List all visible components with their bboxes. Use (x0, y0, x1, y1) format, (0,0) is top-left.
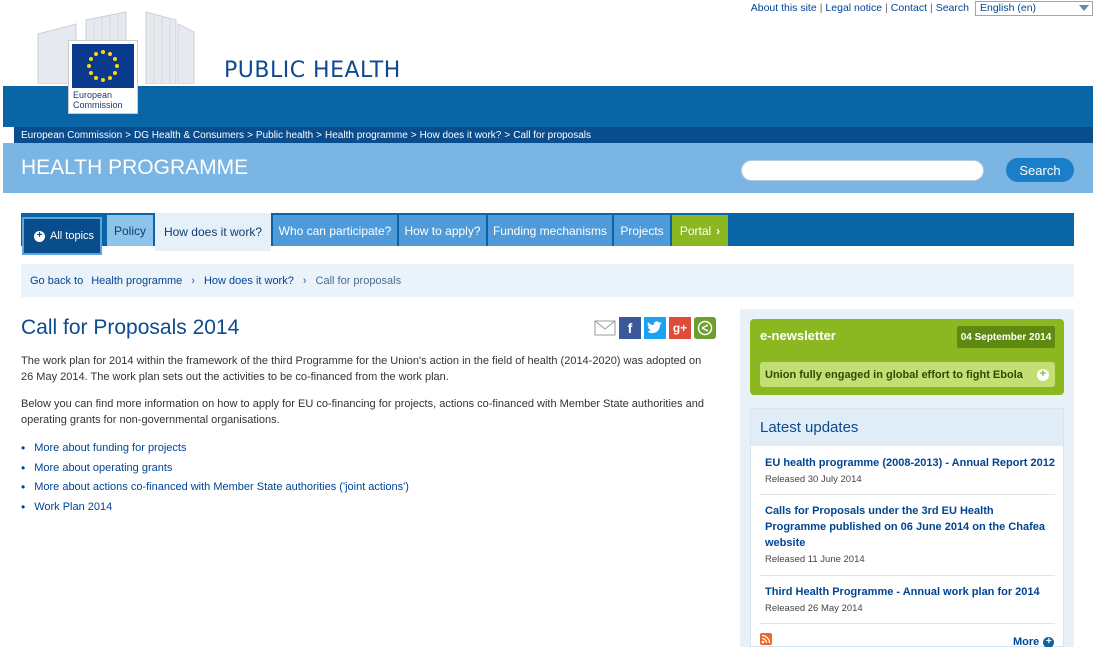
legal-notice-link[interactable]: Legal notice (825, 2, 882, 14)
share-toolbar: f g+ (594, 317, 716, 339)
divider (760, 623, 1055, 624)
update-date: Released 11 June 2014 (765, 554, 865, 565)
page-title: Call for Proposals 2014 (21, 316, 240, 339)
tab-portal[interactable]: Portal › (672, 215, 728, 246)
enewsletter-date: 04 September 2014 (957, 326, 1055, 348)
list-item: • More about operating grants (21, 460, 173, 475)
tab-projects[interactable]: Projects (614, 215, 670, 246)
breadcrumb-item[interactable]: European Commission (21, 130, 122, 141)
facebook-icon[interactable]: f (619, 317, 641, 339)
goback-label: Go back to (30, 274, 84, 287)
share-icon[interactable] (694, 317, 716, 339)
chevron-down-icon (1079, 5, 1089, 11)
work-plan-link[interactable]: Work Plan 2014 (34, 501, 112, 513)
goback-link-health-programme[interactable]: Health programme (91, 275, 182, 287)
joint-actions-link[interactable]: More about actions co-financed with Memb… (34, 481, 409, 493)
twitter-icon[interactable] (644, 317, 666, 339)
search-link[interactable]: Search (936, 2, 969, 14)
mail-icon[interactable] (594, 317, 616, 339)
divider (760, 494, 1055, 495)
eu-flag-icon (72, 44, 134, 88)
update-item: Calls for Proposals under the 3rd EU Hea… (765, 503, 1055, 565)
update-date: Released 30 July 2014 (765, 474, 862, 485)
logo-text: European Commission (73, 90, 123, 110)
about-link[interactable]: About this site (751, 2, 817, 14)
goback-breadcrumb: Go back to Health programme › How does i… (21, 264, 1074, 297)
more-links-list: • More about funding for projects • More a… (21, 438, 409, 517)
contact-link[interactable]: Contact (891, 2, 927, 14)
more-link[interactable]: More + (1013, 636, 1055, 647)
update-title-link[interactable]: Third Health Programme - Annual work pla… (765, 584, 1055, 600)
chevron-right-icon: › (191, 274, 195, 287)
latest-updates-title: Latest updates (760, 419, 859, 436)
programme-title: HEALTH PROGRAMME (21, 156, 249, 179)
list-item: • More about actions co-financed with Mem… (21, 480, 409, 495)
plus-icon: + (34, 230, 45, 242)
search-input[interactable] (741, 160, 984, 181)
funding-projects-link[interactable]: More about funding for projects (34, 442, 186, 454)
language-value: English (en) (980, 2, 1037, 14)
breadcrumb-item[interactable]: How does it work? (420, 130, 502, 141)
breadcrumb-item[interactable]: DG Health & Consumers (134, 130, 244, 141)
search-button[interactable]: Search (1006, 158, 1074, 182)
list-item: • More about funding for projects (21, 440, 187, 455)
tab-policy[interactable]: Policy (107, 215, 153, 246)
tab-how-to-apply[interactable]: How to apply? (399, 215, 486, 246)
breadcrumb-item[interactable]: Public health (256, 130, 313, 141)
update-item: EU health programme (2008-2013) - Annual… (765, 455, 1055, 485)
info-paragraph: Below you can find more information on h… (21, 398, 704, 426)
operating-grants-link[interactable]: More about operating grants (34, 462, 172, 474)
rss-icon[interactable] (760, 633, 772, 645)
breadcrumb-current: Call for proposals (513, 129, 592, 141)
tab-who-can-participate[interactable]: Who can participate? (273, 215, 397, 246)
tab-how-does-it-work[interactable]: How does it work? (155, 213, 271, 251)
breadcrumb: European Commission > DG Health & Consume… (14, 127, 1093, 143)
divider (760, 575, 1055, 576)
plus-icon: + (1043, 636, 1055, 647)
goback-current: Call for proposals (315, 274, 402, 287)
european-commission-logo[interactable]: European Commission (68, 40, 138, 114)
google-plus-icon[interactable]: g+ (669, 317, 691, 339)
all-topics-button[interactable]: + All topics (22, 217, 102, 255)
chevron-right-icon: › (716, 223, 721, 238)
chevron-right-icon: › (302, 274, 307, 287)
update-date: Released 26 May 2014 (765, 603, 863, 614)
intro-paragraph: The work plan for 2014 within the framew… (21, 355, 702, 383)
update-item: Third Health Programme - Annual work pla… (765, 584, 1055, 614)
enewsletter-title: e-newsletter (760, 328, 836, 343)
update-title-link[interactable]: Calls for Proposals under the 3rd EU Hea… (765, 503, 1055, 551)
goback-link-how-does-it-work[interactable]: How does it work? (204, 275, 294, 287)
language-select[interactable]: English (en) (975, 0, 1093, 16)
breadcrumb-item[interactable]: Health programme (325, 130, 408, 141)
plus-icon: + (1037, 368, 1049, 381)
header-band (3, 86, 1093, 127)
site-title: PUBLIC HEALTH (224, 58, 401, 83)
list-item: • Work Plan 2014 (21, 499, 113, 514)
enewsletter-item[interactable]: Union fully engaged in global effort to … (760, 362, 1055, 387)
tab-funding-mechanisms[interactable]: Funding mechanisms (488, 215, 612, 246)
update-title-link[interactable]: EU health programme (2008-2013) - Annual… (765, 455, 1055, 471)
utility-links: About this site | Legal notice | Contact | … (751, 0, 1093, 16)
